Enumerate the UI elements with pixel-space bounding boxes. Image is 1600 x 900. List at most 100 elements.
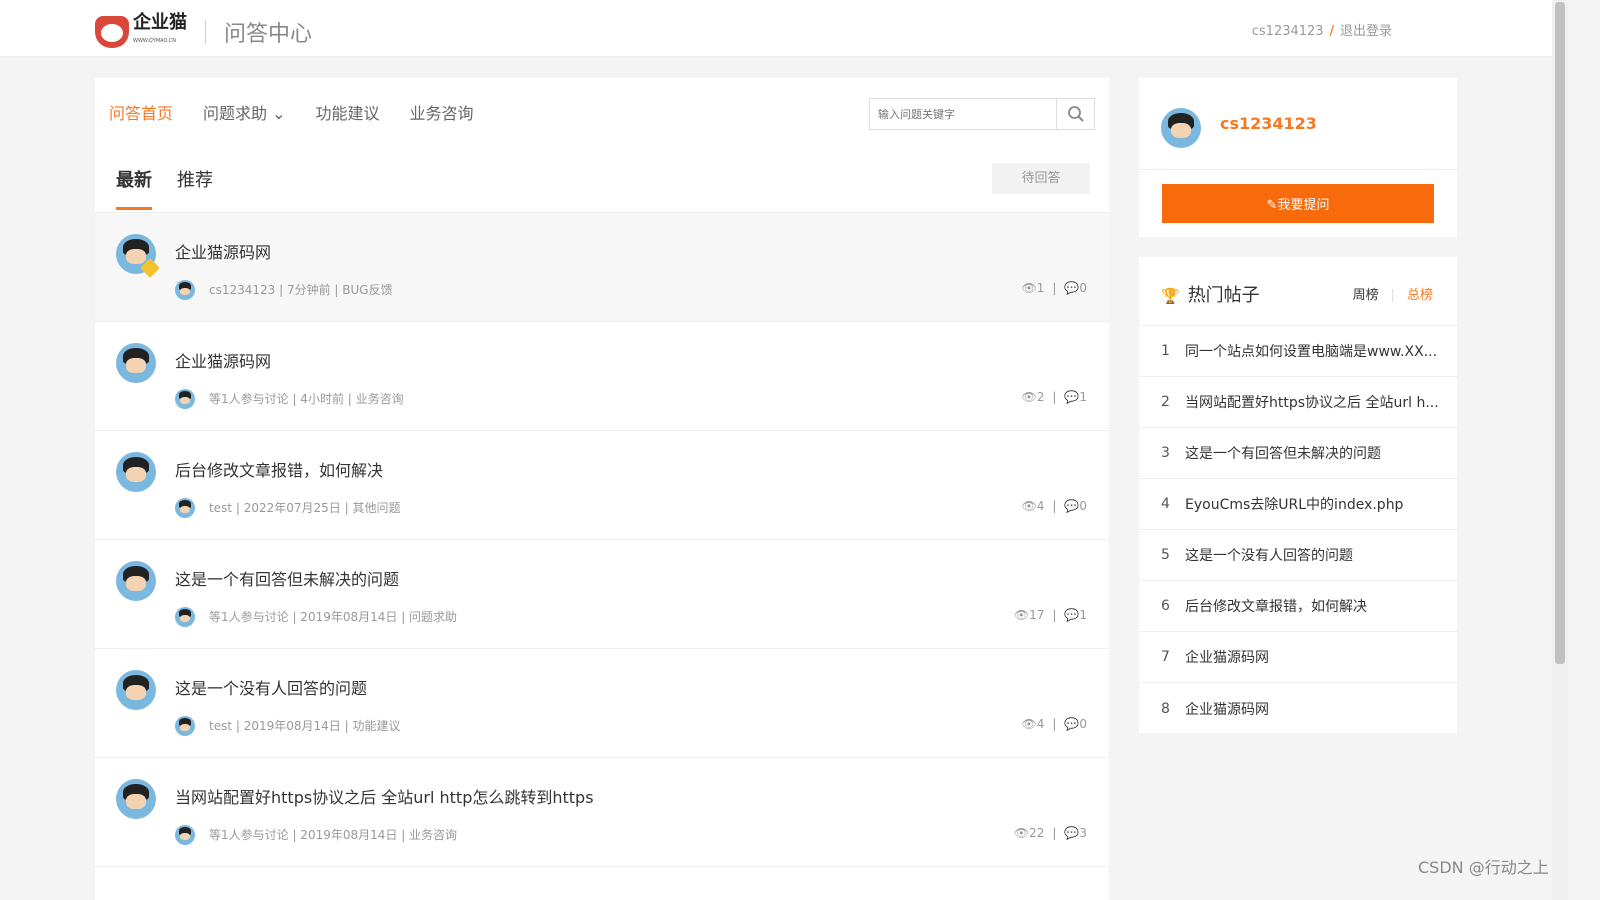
- view-count: 1: [1036, 281, 1045, 295]
- post-item[interactable]: 当网站配置好https协议之后 全站url http怎么跳转到https 等1人…: [95, 758, 1109, 867]
- hot-item[interactable]: 4 EyouCms去除URL中的index.php: [1139, 479, 1457, 530]
- post-stats: 👁4 | 💬0: [1021, 499, 1087, 513]
- hot-title-link[interactable]: EyouCms去除URL中的index.php: [1185, 494, 1403, 514]
- ask-question-button[interactable]: ✎我要提问: [1162, 184, 1434, 223]
- tab-recommend[interactable]: 推荐: [177, 166, 213, 210]
- hot-rank: 1: [1161, 343, 1170, 359]
- logo-text: 企业猫: [133, 12, 187, 33]
- scrollbar-thumb[interactable]: [1555, 2, 1565, 664]
- pending-answer-button[interactable]: 待回答: [992, 163, 1090, 194]
- comment-icon: 💬: [1064, 390, 1080, 404]
- small-avatar: [175, 825, 195, 845]
- post-stats: 👁4 | 💬0: [1021, 717, 1087, 731]
- user-name[interactable]: cs1234123: [1220, 114, 1317, 133]
- post-item[interactable]: 这是一个有回答但未解决的问题 等1人参与讨论 | 2019年08月14日 | 问…: [95, 540, 1109, 649]
- hot-item[interactable]: 7 企业猫源码网: [1139, 632, 1457, 683]
- hot-rank: 3: [1161, 445, 1170, 461]
- post-title[interactable]: 当网站配置好https协议之后 全站url http怎么跳转到https: [175, 784, 594, 808]
- username-link[interactable]: cs1234123: [1252, 24, 1324, 39]
- hot-rank: 7: [1161, 649, 1170, 665]
- site-title: 问答中心: [224, 22, 313, 47]
- nav-home[interactable]: 问答首页: [109, 100, 173, 124]
- author-avatar[interactable]: [116, 779, 156, 819]
- hot-item[interactable]: 8 企业猫源码网: [1139, 683, 1457, 734]
- post-title[interactable]: 这是一个有回答但未解决的问题: [175, 566, 399, 590]
- post-title[interactable]: 后台修改文章报错，如何解决: [175, 457, 383, 481]
- hot-title-link[interactable]: 企业猫源码网: [1185, 647, 1269, 667]
- post-item[interactable]: 后台修改文章报错，如何解决 test | 2022年07月25日 | 其他问题 …: [95, 431, 1109, 540]
- tabs: 最新 推荐: [116, 166, 213, 210]
- logout-link[interactable]: 退出登录: [1340, 24, 1392, 39]
- post-title[interactable]: 这是一个没有人回答的问题: [175, 675, 367, 699]
- reply-count: 3: [1079, 826, 1087, 840]
- hot-title-link[interactable]: 同一个站点如何设置电脑端是www.XX...: [1185, 341, 1437, 361]
- hot-item[interactable]: 3 这是一个有回答但未解决的问题: [1139, 428, 1457, 479]
- hot-title-link[interactable]: 企业猫源码网: [1185, 699, 1269, 719]
- post-list: 企业猫源码网 cs1234123 | 7分钟前 | BUG反馈 👁1 | 💬0 企业…: [95, 212, 1109, 867]
- search-input[interactable]: [870, 99, 1056, 129]
- view-count: 2: [1036, 390, 1045, 404]
- hot-posts-card: 🏆 热门帖子 周榜 | 总榜 1 同一个站点如何设置电脑端是www.XX... 2 当网站配…: [1139, 257, 1457, 733]
- eye-icon: 👁: [1021, 717, 1037, 731]
- tab-latest[interactable]: 最新: [116, 166, 152, 210]
- view-count: 17: [1029, 608, 1045, 622]
- logo-sub: WWW.QYMAO.CN: [133, 38, 177, 44]
- user-links: cs1234123/退出登录: [1251, 24, 1392, 39]
- main-panel: 问答首页 问题求助 ⌄ 功能建议 业务咨询 最新 推荐 待回答 企业猫源码网 c…: [95, 78, 1109, 900]
- user-avatar[interactable]: [1161, 108, 1201, 148]
- hot-title-link[interactable]: 后台修改文章报错，如何解决: [1185, 596, 1367, 616]
- search-button[interactable]: [1056, 99, 1094, 129]
- hot-item[interactable]: 2 当网站配置好https协议之后 全站url h...: [1139, 377, 1457, 428]
- comment-icon: 💬: [1064, 717, 1080, 731]
- tab-total[interactable]: 总榜: [1407, 288, 1433, 303]
- hot-title-link[interactable]: 当网站配置好https协议之后 全站url h...: [1185, 392, 1439, 412]
- eye-icon: 👁: [1021, 390, 1037, 404]
- post-stats: 👁2 | 💬1: [1021, 390, 1087, 404]
- author-avatar[interactable]: [116, 670, 156, 710]
- post-item[interactable]: 这是一个没有人回答的问题 test | 2019年08月14日 | 功能建议 👁…: [95, 649, 1109, 758]
- tab-weekly[interactable]: 周榜: [1353, 288, 1379, 303]
- author-avatar[interactable]: [116, 561, 156, 601]
- hot-item[interactable]: 6 后台修改文章报错，如何解决: [1139, 581, 1457, 632]
- user-card: cs1234123 ✎我要提问: [1139, 78, 1457, 237]
- hot-rank: 4: [1161, 496, 1170, 512]
- post-stats: 👁17 | 💬1: [1013, 608, 1087, 622]
- small-avatar: [175, 716, 195, 736]
- comment-icon: 💬: [1064, 499, 1080, 513]
- post-stats: 👁1 | 💬0: [1021, 281, 1087, 295]
- hot-title-link[interactable]: 这是一个没有人回答的问题: [1185, 545, 1353, 565]
- view-count: 4: [1036, 499, 1045, 513]
- top-header: 企业猫 WWW.QYMAO.CN 问答中心 cs1234123/退出登录: [0, 0, 1552, 57]
- post-item[interactable]: 企业猫源码网 cs1234123 | 7分钟前 | BUG反馈 👁1 | 💬0: [95, 213, 1109, 322]
- reply-count: 1: [1079, 608, 1087, 622]
- post-title[interactable]: 企业猫源码网: [175, 348, 271, 372]
- hot-title-link[interactable]: 这是一个有回答但未解决的问题: [1185, 443, 1381, 463]
- watermark: CSDN @行动之上: [1418, 858, 1549, 877]
- search-box: [869, 98, 1095, 130]
- eye-icon: 👁: [1013, 826, 1030, 840]
- nav-business[interactable]: 业务咨询: [410, 100, 474, 124]
- nav-suggestions[interactable]: 功能建议: [316, 100, 380, 124]
- search-icon: [1067, 106, 1084, 122]
- comment-icon: 💬: [1064, 826, 1080, 840]
- author-avatar[interactable]: [116, 452, 156, 492]
- hot-item[interactable]: 5 这是一个没有人回答的问题: [1139, 530, 1457, 581]
- post-meta: 等1人参与讨论 | 2019年08月14日 | 业务咨询: [209, 828, 458, 842]
- nav-help[interactable]: 问题求助 ⌄: [203, 100, 286, 124]
- post-title[interactable]: 企业猫源码网: [175, 239, 271, 263]
- view-count: 4: [1036, 717, 1045, 731]
- view-count: 22: [1029, 826, 1045, 840]
- post-meta: cs1234123 | 7分钟前 | BUG反馈: [209, 283, 393, 297]
- hot-rank: 5: [1161, 547, 1170, 563]
- eye-icon: 👁: [1021, 281, 1037, 295]
- comment-icon: 💬: [1064, 608, 1080, 622]
- hot-rank: 2: [1161, 394, 1170, 410]
- hot-item[interactable]: 1 同一个站点如何设置电脑端是www.XX...: [1139, 326, 1457, 377]
- author-avatar[interactable]: [116, 343, 156, 383]
- scrollbar[interactable]: [1552, 0, 1568, 900]
- post-stats: 👁22 | 💬3: [1013, 826, 1087, 840]
- post-meta: test | 2022年07月25日 | 其他问题: [209, 501, 401, 515]
- hot-rank: 6: [1161, 598, 1170, 614]
- logo[interactable]: 企业猫 WWW.QYMAO.CN 问答中心: [95, 14, 312, 50]
- post-item[interactable]: 企业猫源码网 等1人参与讨论 | 4小时前 | 业务咨询 👁2 | 💬1: [95, 322, 1109, 431]
